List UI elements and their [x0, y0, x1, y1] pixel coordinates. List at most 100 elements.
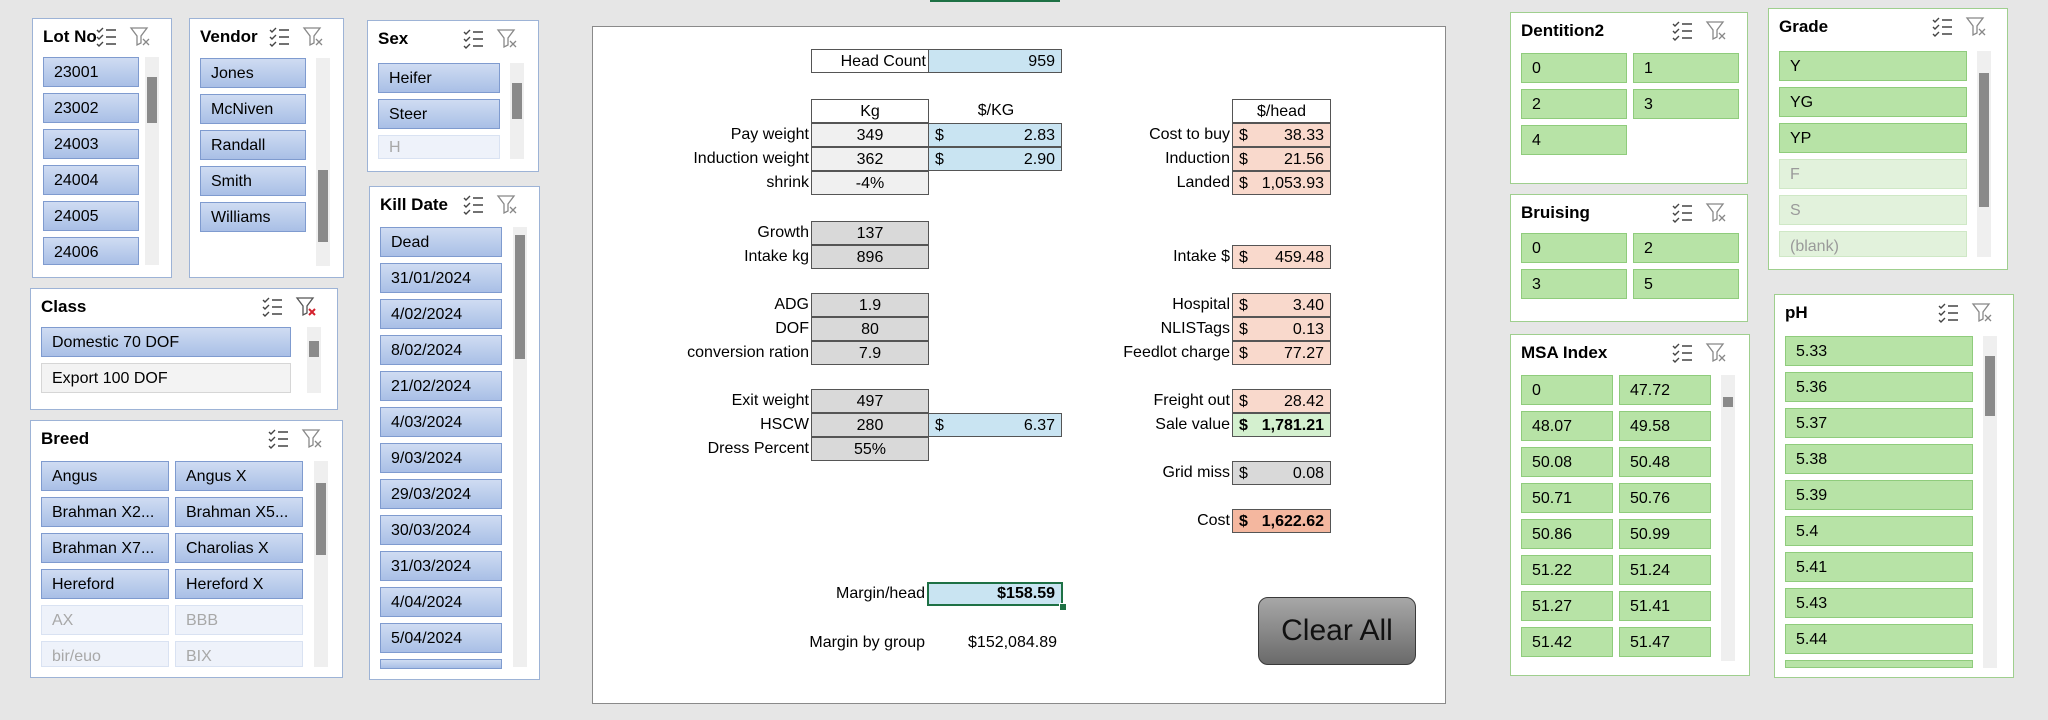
multi-select-icon[interactable]: [261, 295, 283, 317]
slicer-item[interactable]: 51.22: [1521, 555, 1613, 585]
intake-cost-value[interactable]: $459.48: [1232, 245, 1331, 269]
slicer-item[interactable]: McNiven: [200, 94, 306, 124]
multi-select-icon[interactable]: [1671, 19, 1693, 41]
slicer-item[interactable]: 5.39: [1785, 480, 1973, 510]
head-count-value[interactable]: 959: [928, 49, 1062, 73]
slicer-item[interactable]: Y: [1779, 51, 1967, 81]
slicer-item[interactable]: Smith: [200, 166, 306, 196]
exit-weight-value[interactable]: 497: [811, 389, 929, 413]
slicer-item[interactable]: (blank): [1779, 231, 1967, 257]
slicer-item[interactable]: 51.41: [1619, 591, 1711, 621]
clear-filter-icon[interactable]: [1705, 19, 1727, 41]
scrollbar[interactable]: [513, 227, 527, 667]
slicer-item[interactable]: 50.71: [1521, 483, 1613, 513]
slicer-item[interactable]: Jones: [200, 58, 306, 88]
slicer-item[interactable]: 51.47: [1619, 627, 1711, 657]
clear-filter-icon[interactable]: [1965, 15, 1987, 37]
multi-select-icon[interactable]: [267, 427, 289, 449]
clear-filter-icon[interactable]: [302, 25, 324, 47]
slicer-item[interactable]: 0: [1521, 233, 1627, 263]
clear-filter-icon[interactable]: [496, 27, 518, 49]
margin-group-value[interactable]: $152,084.89: [927, 631, 1063, 655]
slicer-item[interactable]: BIX: [175, 641, 303, 667]
clear-filter-active-icon[interactable]: [295, 295, 317, 317]
slicer-item[interactable]: 50.76: [1619, 483, 1711, 513]
slicer-item[interactable]: 29/03/2024: [380, 479, 502, 509]
scrollbar[interactable]: [510, 63, 524, 159]
slicer-item[interactable]: 48.07: [1521, 411, 1613, 441]
margin-head-value[interactable]: $158.59: [927, 582, 1063, 606]
slicer-item[interactable]: 3: [1633, 89, 1739, 119]
slicer-item[interactable]: 24006: [43, 237, 139, 265]
slicer-item[interactable]: 2: [1521, 89, 1627, 119]
slicer-item[interactable]: Angus X: [175, 461, 303, 491]
slicer-item[interactable]: 5: [1633, 269, 1739, 299]
shrink-value[interactable]: -4%: [811, 171, 929, 195]
feedlot-charge-value[interactable]: $77.27: [1232, 341, 1331, 365]
slicer-item[interactable]: 50.08: [1521, 447, 1613, 477]
clear-all-button[interactable]: Clear All: [1258, 597, 1416, 665]
scrollbar[interactable]: [145, 57, 159, 265]
growth-value[interactable]: 137: [811, 221, 929, 245]
slicer-item[interactable]: 50.99: [1619, 519, 1711, 549]
scrollbar[interactable]: [1721, 375, 1735, 661]
slicer-item[interactable]: 31/03/2024: [380, 551, 502, 581]
slicer-item[interactable]: 51.42: [1521, 627, 1613, 657]
hospital-value[interactable]: $3.40: [1232, 293, 1331, 317]
slicer-item[interactable]: 47.72: [1619, 375, 1711, 405]
multi-select-icon[interactable]: [1937, 301, 1959, 323]
slicer-item[interactable]: 5.44: [1785, 624, 1973, 654]
intake-kg-value[interactable]: 896: [811, 245, 929, 269]
dof-value[interactable]: 80: [811, 317, 929, 341]
slicer-item[interactable]: 4/03/2024: [380, 407, 502, 437]
multi-select-icon[interactable]: [1671, 201, 1693, 223]
clear-filter-icon[interactable]: [496, 193, 518, 215]
slicer-item[interactable]: 21/02/2024: [380, 371, 502, 401]
slicer-item[interactable]: 5.37: [1785, 408, 1973, 438]
landed-value[interactable]: $1,053.93: [1232, 171, 1331, 195]
slicer-item[interactable]: 8/02/2024: [380, 335, 502, 365]
clear-filter-icon[interactable]: [1705, 201, 1727, 223]
slicer-item[interactable]: Brahman X7...: [41, 533, 169, 563]
slicer-item[interactable]: 5.43: [1785, 588, 1973, 618]
cost-value[interactable]: $1,622.62: [1232, 509, 1331, 533]
dress-percent-value[interactable]: 55%: [811, 437, 929, 461]
slicer-item[interactable]: H: [378, 135, 500, 159]
slicer-item[interactable]: 3: [1521, 269, 1627, 299]
induction-value[interactable]: $21.56: [1232, 147, 1331, 171]
conversion-value[interactable]: 7.9: [811, 341, 929, 365]
slicer-item[interactable]: 24003: [43, 129, 139, 159]
slicer-item[interactable]: 50.48: [1619, 447, 1711, 477]
slicer-item[interactable]: 5.4: [1785, 516, 1973, 546]
sale-value-value[interactable]: $1,781.21: [1232, 413, 1331, 437]
slicer-item[interactable]: Hereford: [41, 569, 169, 599]
slicer-item[interactable]: 2: [1633, 233, 1739, 263]
slicer-item[interactable]: Brahman X5...: [175, 497, 303, 527]
slicer-item[interactable]: Randall: [200, 130, 306, 160]
slicer-item[interactable]: 31/01/2024: [380, 263, 502, 293]
slicer-item[interactable]: Hereford X: [175, 569, 303, 599]
slicer-item[interactable]: Williams: [200, 202, 306, 232]
slicer-item[interactable]: 5.33: [1785, 336, 1973, 366]
freight-out-value[interactable]: $28.42: [1232, 389, 1331, 413]
slicer-item[interactable]: 5.36: [1785, 372, 1973, 402]
multi-select-icon[interactable]: [462, 193, 484, 215]
slicer-item-partial[interactable]: [1785, 660, 1973, 668]
induction-weight-value[interactable]: 362: [811, 147, 929, 171]
slicer-item[interactable]: BBB: [175, 605, 303, 635]
slicer-item[interactable]: 51.24: [1619, 555, 1711, 585]
multi-select-icon[interactable]: [95, 25, 117, 47]
scrollbar[interactable]: [1983, 336, 1997, 668]
slicer-item[interactable]: 4/04/2024: [380, 587, 502, 617]
slicer-item[interactable]: 9/03/2024: [380, 443, 502, 473]
slicer-item[interactable]: 5/04/2024: [380, 623, 502, 653]
slicer-item[interactable]: F: [1779, 159, 1967, 189]
slicer-item[interactable]: 23002: [43, 93, 139, 123]
slicer-item[interactable]: 24005: [43, 201, 139, 231]
slicer-item[interactable]: 49.58: [1619, 411, 1711, 441]
slicer-item[interactable]: Charolias X: [175, 533, 303, 563]
hscw-value[interactable]: 280: [811, 413, 929, 437]
scrollbar[interactable]: [307, 327, 321, 393]
multi-select-icon[interactable]: [268, 25, 290, 47]
cost-to-buy-value[interactable]: $38.33: [1232, 123, 1331, 147]
